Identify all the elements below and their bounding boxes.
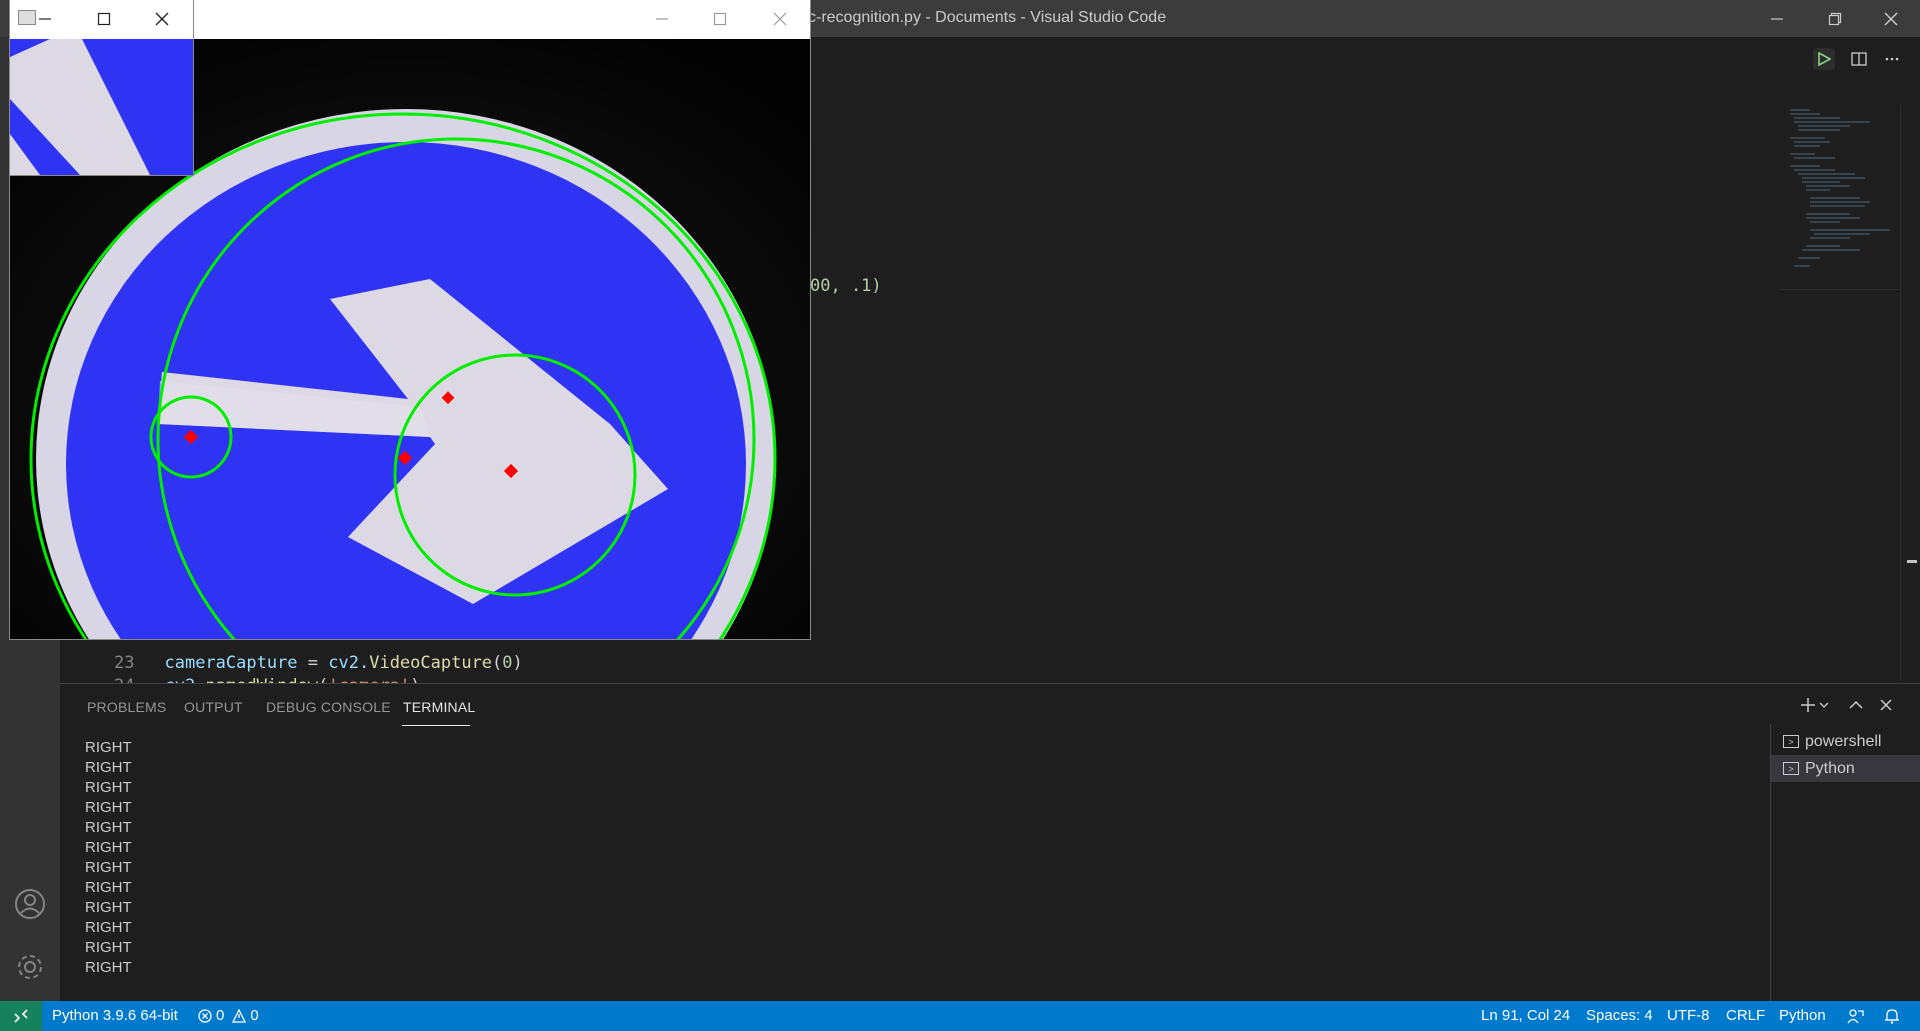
terminal-line: RIGHT <box>85 739 132 756</box>
crop-frame <box>10 39 193 175</box>
account-icon <box>15 889 45 919</box>
close-icon <box>1880 699 1892 711</box>
crop-image <box>10 39 193 175</box>
camera-close-button[interactable] <box>773 12 787 31</box>
editor-scrollbar[interactable] <box>1900 105 1920 681</box>
warning-icon <box>232 1008 247 1023</box>
minimize-button[interactable] <box>1754 0 1800 37</box>
new-terminal-button[interactable] <box>1800 696 1834 719</box>
code-token: ) <box>512 653 523 673</box>
terminal-label: powershell <box>1805 732 1882 750</box>
terminal-line: RIGHT <box>85 939 132 956</box>
terminal-item-powershell[interactable]: > powershell <box>1771 728 1920 755</box>
feedback-button[interactable] <box>1847 1008 1865 1028</box>
gear-icon <box>18 955 42 979</box>
code-token: 0 <box>502 653 513 673</box>
tab-output[interactable]: OUTPUT <box>184 699 243 715</box>
maximize-icon <box>97 12 111 26</box>
problems-indicator[interactable]: 0 0 <box>198 1007 259 1024</box>
encoding[interactable]: UTF-8 <box>1667 1007 1710 1024</box>
status-bar: Python 3.9.6 64-bit 0 0 Ln 91, Col 24 Sp… <box>0 1001 1920 1031</box>
terminal-list: > powershell > Python <box>1770 724 1920 1002</box>
terminal-line: RIGHT <box>85 759 132 776</box>
maximize-icon <box>713 12 727 26</box>
minimize-icon <box>656 18 668 20</box>
code-fragment-text: 00, .1) <box>810 276 882 296</box>
camera-minimize-button[interactable] <box>655 12 669 31</box>
python-interpreter[interactable]: Python 3.9.6 64-bit <box>52 1007 178 1024</box>
terminal-line: RIGHT <box>85 899 132 916</box>
scroll-marker <box>1907 560 1917 563</box>
remote-icon <box>14 1009 28 1023</box>
split-editor-button[interactable] <box>1848 48 1870 70</box>
terminal-icon: > <box>1783 762 1799 775</box>
close-icon <box>1884 12 1898 25</box>
terminal-label: Python <box>1805 759 1855 777</box>
terminal-line: RIGHT <box>85 959 132 976</box>
code-line-24[interactable]: 24cv2.namedWindow('camera') <box>60 656 420 696</box>
close-icon <box>773 12 787 26</box>
camera-maximize-button[interactable] <box>713 12 727 31</box>
window-title: c-recognition.py - Documents - Visual St… <box>808 9 1167 26</box>
line-ending[interactable]: CRLF <box>1726 1007 1765 1024</box>
code-token: ( <box>492 653 503 673</box>
terminal-line: RIGHT <box>85 799 132 816</box>
crop-window[interactable] <box>10 0 193 175</box>
remote-indicator[interactable] <box>0 1001 42 1031</box>
terminal-item-python[interactable]: > Python <box>1771 755 1920 782</box>
split-editor-icon <box>1851 52 1867 66</box>
terminal-line: RIGHT <box>85 779 132 796</box>
terminal-line: RIGHT <box>85 819 132 836</box>
bell-icon <box>1885 1009 1899 1024</box>
error-icon <box>198 1008 212 1023</box>
notifications-button[interactable] <box>1884 1008 1900 1028</box>
minimap[interactable] <box>1780 105 1900 290</box>
language-mode[interactable]: Python <box>1779 1007 1826 1024</box>
terminal-line: RIGHT <box>85 919 132 936</box>
editor-toolbar <box>810 37 1920 81</box>
minimize-icon <box>1771 17 1783 20</box>
close-panel-button[interactable] <box>1878 696 1894 719</box>
chevron-up-icon <box>1849 700 1863 709</box>
warning-count: 0 <box>250 1007 259 1024</box>
close-icon <box>155 12 169 26</box>
crop-maximize-button[interactable] <box>97 12 111 31</box>
indentation[interactable]: Spaces: 4 <box>1586 1007 1653 1024</box>
terminal-line: RIGHT <box>85 879 132 896</box>
terminal-line: RIGHT <box>85 859 132 876</box>
crop-close-button[interactable] <box>155 12 169 31</box>
crop-minimize-button[interactable] <box>38 12 52 31</box>
error-count: 0 <box>216 1007 225 1024</box>
tab-problems[interactable]: PROBLEMS <box>87 699 166 715</box>
code-fragment: 00, .1) <box>810 276 882 299</box>
maximize-panel-button[interactable] <box>1848 696 1864 719</box>
close-window-button[interactable] <box>1868 0 1914 37</box>
bottom-panel: PROBLEMS OUTPUT DEBUG CONSOLE TERMINAL R… <box>60 683 1920 1002</box>
minimize-icon <box>39 18 51 20</box>
tab-terminal[interactable]: TERMINAL <box>403 699 475 715</box>
terminal-line: RIGHT <box>85 839 132 856</box>
manage-button[interactable] <box>13 950 47 989</box>
feedback-icon <box>1847 1009 1864 1024</box>
restore-button[interactable] <box>1812 0 1858 37</box>
play-icon <box>1818 52 1831 66</box>
plus-chevron-icon <box>1801 698 1829 712</box>
active-tab-indicator <box>402 725 470 726</box>
ellipsis-icon <box>1885 57 1899 61</box>
restore-icon <box>1828 12 1842 25</box>
accounts-button[interactable] <box>13 887 47 926</box>
app-icon <box>18 10 36 25</box>
tab-debug-console[interactable]: DEBUG CONSOLE <box>266 699 391 715</box>
run-python-button[interactable] <box>1813 48 1835 70</box>
cursor-position[interactable]: Ln 91, Col 24 <box>1481 1007 1570 1024</box>
terminal-icon: > <box>1783 735 1799 748</box>
more-actions-button[interactable] <box>1881 48 1903 70</box>
